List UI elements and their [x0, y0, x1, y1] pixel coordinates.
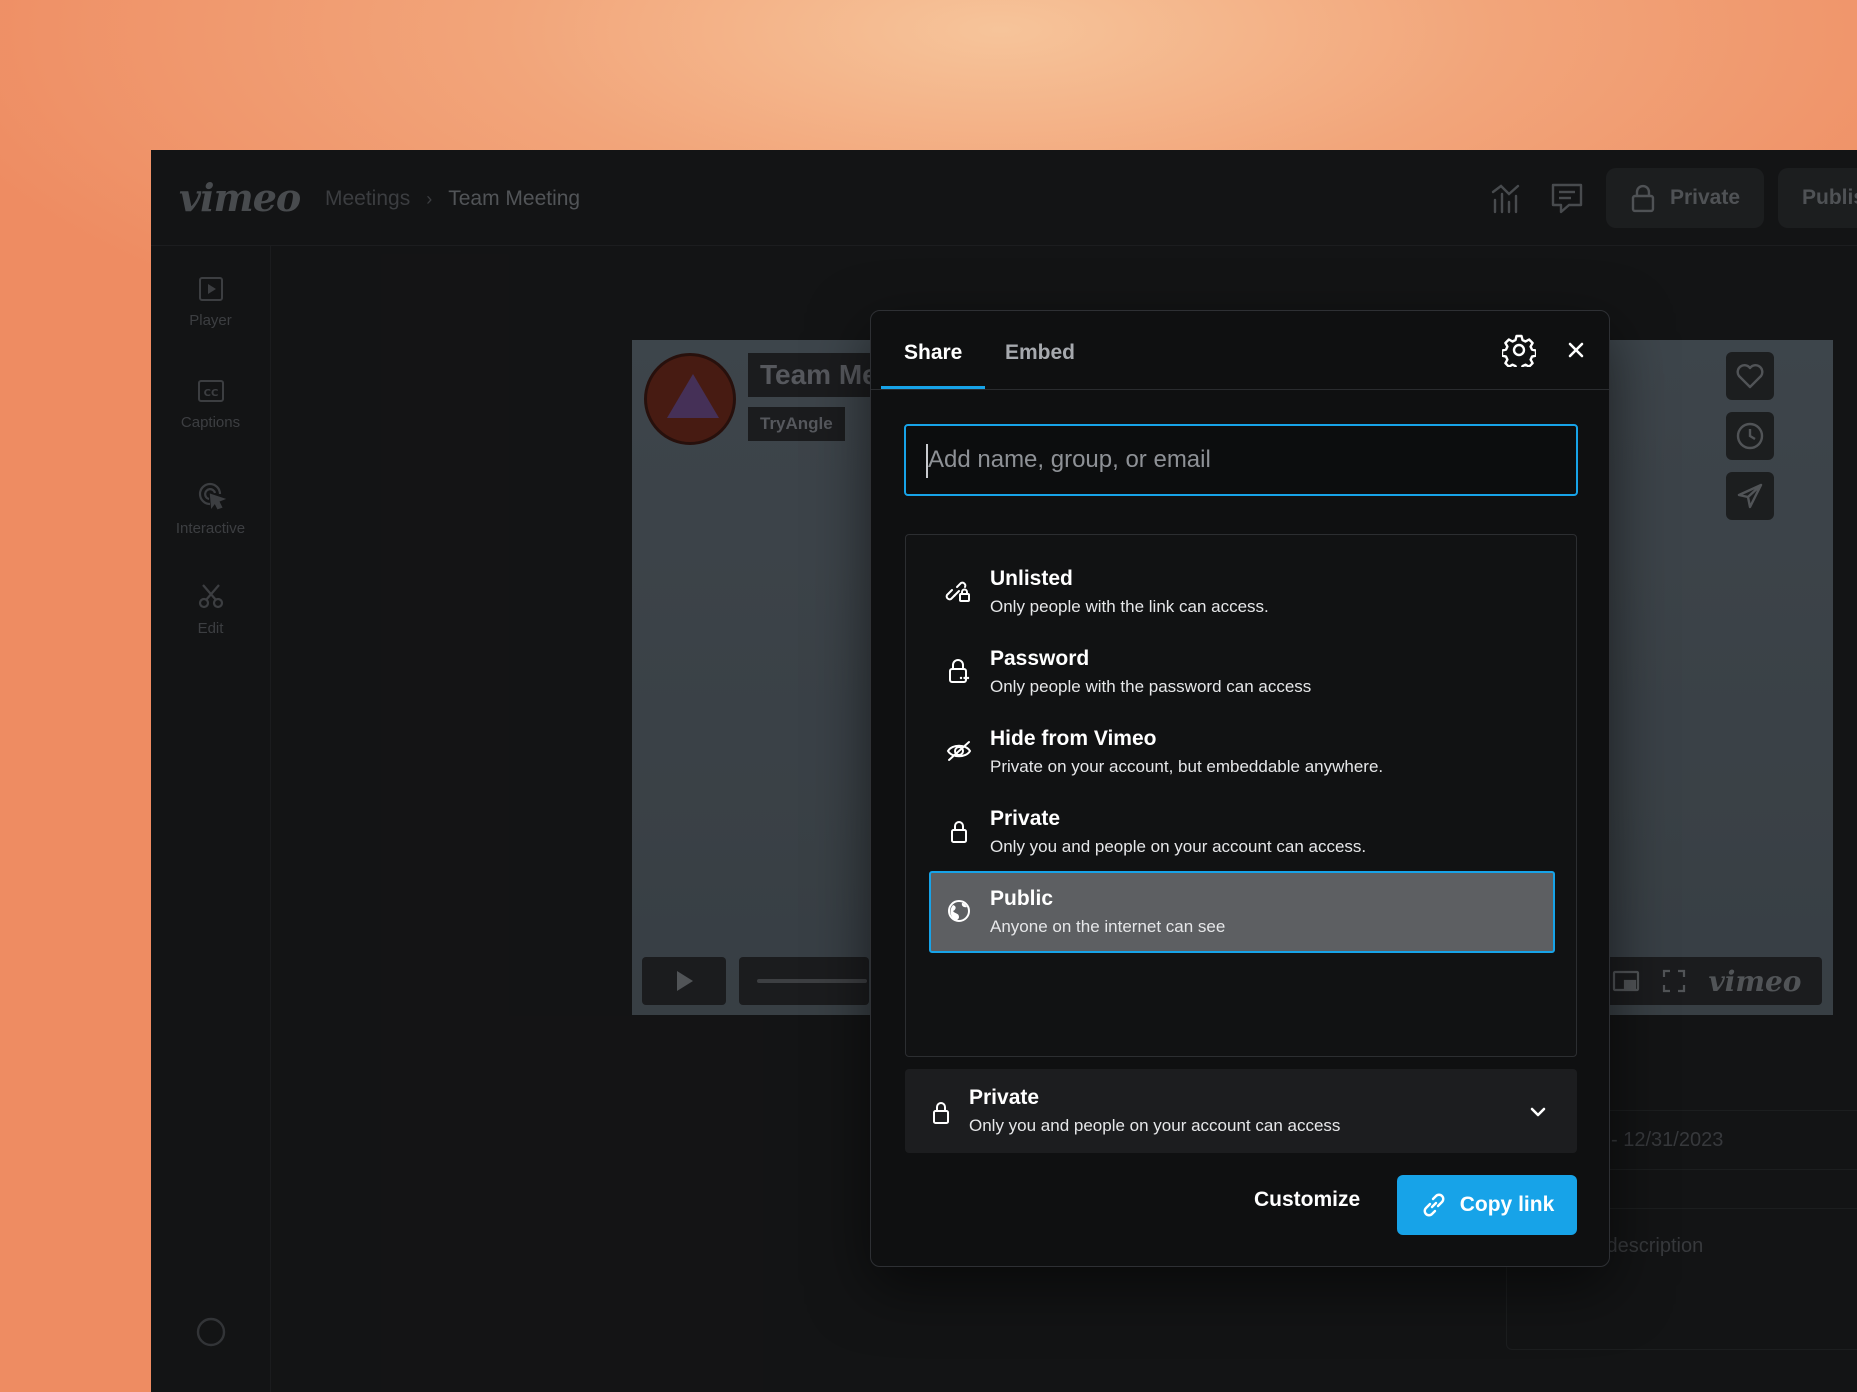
eye-off-icon: [946, 741, 972, 761]
share-modal: Share Embed Unlisted Only people with th…: [870, 310, 1610, 1267]
gear-icon[interactable]: [1502, 333, 1536, 367]
customize-button[interactable]: Customize: [1254, 1188, 1360, 1212]
option-description: Only you and people on your account can …: [990, 837, 1367, 856]
lock-icon: [933, 1102, 949, 1124]
dropdown-title: Private: [969, 1086, 1040, 1109]
tab-share[interactable]: Share: [904, 341, 962, 365]
link-lock-icon: [945, 581, 970, 602]
chevron-down-icon: [1530, 1107, 1546, 1117]
close-icon[interactable]: [1559, 333, 1593, 367]
option-description: Only people with the link can access.: [990, 597, 1269, 616]
copy-link-button[interactable]: Copy link: [1397, 1175, 1577, 1235]
text-caret: [926, 444, 928, 478]
privacy-options-list: Unlisted Only people with the link can a…: [905, 534, 1577, 1057]
option-title: Unlisted: [990, 567, 1073, 590]
lock-icon: [951, 821, 967, 843]
modal-tabs: Share Embed: [871, 311, 1609, 390]
privacy-option-hide-from-vimeo[interactable]: Hide from Vimeo Private on your account,…: [929, 711, 1555, 793]
password-lock-icon: [949, 659, 970, 683]
option-title: Public: [990, 887, 1054, 910]
dropdown-description: Only you and people on your account can …: [969, 1116, 1341, 1135]
privacy-option-private[interactable]: Private Only you and people on your acco…: [929, 791, 1555, 873]
link-icon: [1423, 1193, 1445, 1217]
option-description: Only people with the password can access: [990, 677, 1312, 696]
globe-icon: [948, 900, 970, 922]
privacy-option-public[interactable]: Public Anyone on the internet can see: [929, 871, 1555, 953]
privacy-option-unlisted[interactable]: Unlisted Only people with the link can a…: [929, 551, 1555, 633]
share-search-box[interactable]: [904, 424, 1578, 496]
option-title: Hide from Vimeo: [990, 727, 1157, 750]
active-tab-indicator: [881, 386, 985, 389]
option-title: Password: [990, 647, 1090, 670]
option-description: Private on your account, but embeddable …: [990, 757, 1384, 776]
privacy-dropdown[interactable]: Private Only you and people on your acco…: [905, 1069, 1577, 1153]
option-description: Anyone on the internet can see: [990, 917, 1226, 936]
copy-link-label: Copy link: [1459, 1193, 1555, 1216]
option-title: Private: [990, 807, 1061, 830]
share-search-input[interactable]: [906, 426, 1576, 494]
tab-embed[interactable]: Embed: [1005, 341, 1075, 365]
privacy-option-password[interactable]: Password Only people with the password c…: [929, 631, 1555, 713]
